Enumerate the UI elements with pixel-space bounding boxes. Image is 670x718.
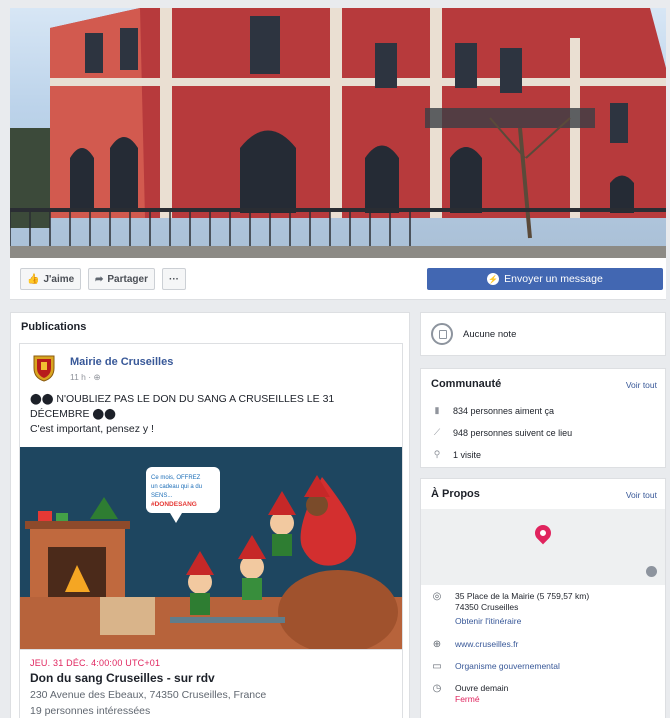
- like-count-icon: ▮: [434, 405, 440, 415]
- map-pin-icon: [531, 521, 555, 545]
- category-link[interactable]: Organisme gouvernemental: [455, 661, 655, 672]
- community-see-all-link[interactable]: Voir tout: [626, 380, 657, 390]
- category-icon: ▭: [432, 661, 442, 672]
- like-label: J'aime: [43, 273, 75, 285]
- like-button[interactable]: 👍 J'aime: [20, 268, 82, 290]
- bubble-text: #DONDESANG: [151, 501, 197, 508]
- post-text-line: ⬤⬤ N'OUBLIEZ PAS LE DON DU SANG A CRUSEI…: [30, 393, 335, 405]
- location-map[interactable]: [421, 509, 665, 585]
- event-title[interactable]: Don du sang Cruseilles - sur rdv: [30, 671, 215, 685]
- thumbs-up-icon: 👍: [27, 273, 40, 285]
- more-button[interactable]: ···: [162, 268, 186, 290]
- share-label: Partager: [107, 273, 148, 285]
- address-line: 35 Place de la Mairie (5 759,57 km): [455, 591, 590, 601]
- bubble-text: un cadeau qui a du: [151, 484, 202, 490]
- post-author-link[interactable]: Mairie de Cruseilles: [70, 356, 173, 368]
- more-icon: ···: [169, 273, 179, 285]
- town-hall-photo: [10, 8, 666, 258]
- hours-label[interactable]: Ouvre demain: [455, 683, 655, 694]
- post-image[interactable]: Ce mois, OFFREZ un cadeau qui a du SENS.…: [20, 447, 402, 649]
- post-text: ⬤⬤ N'OUBLIEZ PAS LE DON DU SANG A CRUSEI…: [30, 392, 390, 437]
- directions-link[interactable]: Obtenir l'itinéraire: [455, 616, 655, 627]
- likes-count: 834 personnes aiment ça: [453, 405, 555, 416]
- follow-icon: ⟋: [433, 427, 441, 437]
- post-timestamp[interactable]: 11 h · ⊕: [70, 372, 101, 383]
- visits-row: ⚲ 1 visite: [431, 449, 481, 460]
- community-title: Communauté: [431, 378, 502, 390]
- follows-row: ⟋ 948 personnes suivent ce lieu: [431, 427, 572, 438]
- post: Mairie de Cruseilles 11 h · ⊕ ⬤⬤ N'OUBLI…: [19, 343, 403, 718]
- post-text-line: DÉCEMBRE ⬤⬤: [30, 408, 116, 420]
- event-address: 230 Avenue des Ebeaux, 74350 Cruseilles,…: [30, 689, 267, 701]
- note-icon: [431, 323, 453, 345]
- likes-row: ▮ 834 personnes aiment ça: [431, 405, 555, 416]
- notes-card: Aucune note: [420, 312, 666, 356]
- cover-photo[interactable]: [10, 8, 666, 258]
- follows-count: 948 personnes suivent ce lieu: [453, 427, 573, 438]
- christmas-elves-illustration: Ce mois, OFFREZ un cadeau qui a du SENS.…: [20, 447, 402, 649]
- event-card[interactable]: JEU. 31 DÉC. 4:00:00 UTC+01 Don du sang …: [20, 649, 402, 718]
- address-line: 74350 Cruseilles: [455, 602, 519, 612]
- about-card: À Propos Voir tout ◎ 35 Place de la Mair…: [420, 478, 666, 718]
- about-see-all-link[interactable]: Voir tout: [626, 490, 657, 500]
- visits-count: 1 visite: [453, 449, 482, 460]
- publications-title: Publications: [21, 321, 87, 333]
- location-icon: ◎: [432, 591, 442, 602]
- no-notes-label: Aucune note: [463, 329, 517, 340]
- checkin-icon: ⚲: [433, 449, 441, 459]
- event-interested-count: 19 personnes intéressées: [30, 705, 151, 717]
- messenger-icon: ⚡: [487, 273, 500, 285]
- website-link[interactable]: www.cruseilles.fr: [455, 639, 655, 650]
- clock-icon: ◷: [432, 683, 442, 694]
- map-control-icon[interactable]: [646, 566, 657, 577]
- send-message-button[interactable]: ⚡ Envoyer un message: [427, 268, 663, 290]
- community-card: Communauté Voir tout ▮ 834 personnes aim…: [420, 368, 666, 468]
- open-status: Fermé: [455, 694, 480, 704]
- bubble-text: Ce mois, OFFREZ: [151, 475, 201, 481]
- event-date: JEU. 31 DÉC. 4:00:00 UTC+01: [30, 658, 161, 668]
- share-button[interactable]: ➦ Partager: [88, 268, 155, 290]
- send-message-label: Envoyer un message: [504, 273, 603, 285]
- avatar[interactable]: [30, 352, 58, 382]
- share-icon: ➦: [95, 273, 104, 285]
- page-action-bar: 👍 J'aime ➦ Partager ··· ⚡ Envoyer un mes…: [10, 258, 666, 300]
- bubble-text: SENS...: [151, 493, 173, 499]
- post-text-line: C'est important, pensez y !: [30, 423, 154, 435]
- publications-section: Publications Mairie de Cruseilles 11 h ·…: [10, 312, 410, 718]
- globe-icon: ⊕: [432, 639, 442, 650]
- about-title: À Propos: [431, 488, 480, 500]
